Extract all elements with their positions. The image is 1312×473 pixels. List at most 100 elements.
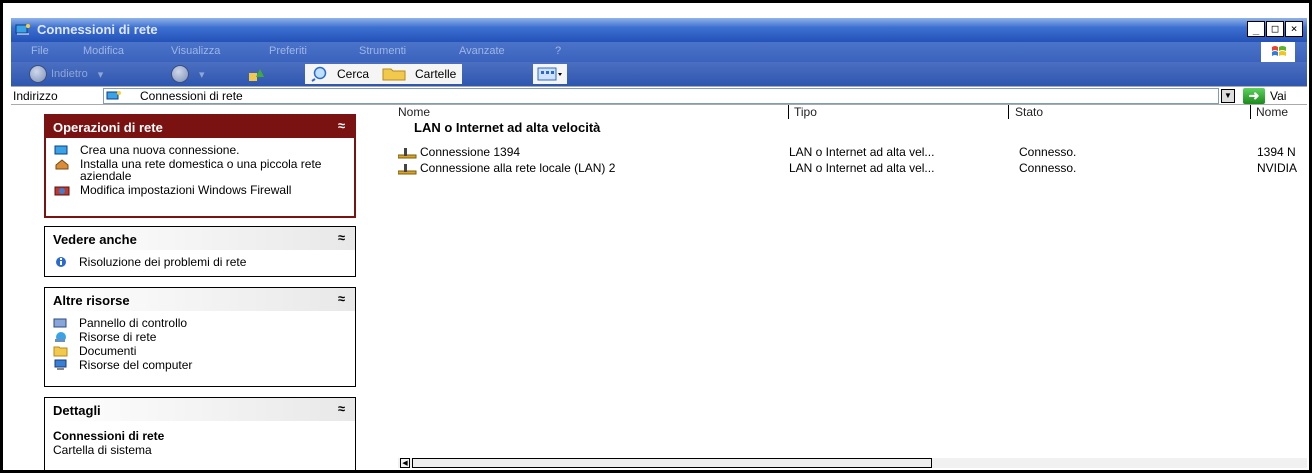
address-bar: Indirizzo Connessioni di rete ▼ ➜ Vai: [11, 86, 1307, 105]
place-label: Risorse del computer: [79, 358, 193, 372]
top-strip: [3, 3, 1309, 18]
other-places-body: Pannello di controllo Risorse di rete Do…: [44, 311, 356, 387]
details-header[interactable]: Dettagli ≈: [44, 397, 356, 421]
computer-icon: [54, 359, 67, 370]
title-bar[interactable]: Connessioni di rete _ □ ×: [11, 18, 1307, 42]
lan-connection-icon: [398, 148, 417, 159]
address-label: Indirizzo: [13, 89, 58, 103]
documents-folder-icon: [53, 346, 68, 357]
collapse-chevron-icon[interactable]: ≈: [338, 118, 345, 133]
cell-name: Connessione 1394: [420, 145, 521, 159]
search-button[interactable]: Cerca: [305, 64, 376, 84]
up-folder-button[interactable]: [247, 65, 267, 83]
table-row[interactable]: Connessione alla rete locale (LAN) 2 LAN…: [390, 161, 1307, 177]
place-my-computer[interactable]: Risorse del computer: [53, 359, 347, 371]
search-label: Cerca: [337, 67, 370, 81]
menu-avanzate[interactable]: Avanzate: [459, 45, 505, 57]
column-separator[interactable]: [1008, 105, 1009, 119]
close-button[interactable]: ×: [1285, 21, 1303, 37]
connections-list: Nome Tipo Stato Nome LAN o Internet ad a…: [390, 105, 1307, 468]
folders-icon: [382, 68, 406, 81]
scroll-left-icon[interactable]: ◀: [400, 458, 410, 468]
back-arrow-icon: [29, 65, 47, 83]
network-places-icon: [55, 332, 66, 342]
column-header-status[interactable]: Stato: [1015, 105, 1043, 119]
go-arrow-icon[interactable]: ➜: [1243, 88, 1265, 104]
info-icon: [56, 257, 66, 267]
panel-title: Dettagli: [53, 403, 101, 418]
group-header: LAN o Internet ad alta velocità: [414, 120, 601, 135]
window-controls: _ □ ×: [1247, 21, 1303, 37]
address-input[interactable]: Connessioni di rete: [103, 88, 1219, 104]
back-button[interactable]: Indietro ▾: [29, 65, 103, 83]
up-folder-icon: [249, 69, 264, 81]
forward-button[interactable]: ▾: [171, 65, 205, 83]
menu-modifica[interactable]: Modifica: [83, 45, 124, 57]
new-connection-icon: [54, 145, 68, 155]
task-home-network[interactable]: Installa una rete domestica o una piccol…: [54, 158, 346, 182]
details-subtitle: Cartella di sistema: [53, 443, 152, 457]
task-label: Crea una nuova connessione.: [80, 143, 240, 157]
lan-connection-icon: [398, 164, 417, 175]
cell-device: 1394 N: [1257, 145, 1296, 159]
folders-button[interactable]: Cartelle: [375, 64, 463, 84]
network-tasks-header[interactable]: Operazioni di rete ≈: [44, 114, 356, 138]
maximize-button[interactable]: □: [1266, 21, 1284, 37]
collapse-chevron-icon[interactable]: ≈: [338, 401, 345, 416]
see-also-body: Risoluzione dei problemi di rete: [44, 250, 356, 277]
search-icon: [311, 66, 327, 82]
column-header-device[interactable]: Nome: [1256, 105, 1288, 119]
network-connections-icon: [15, 24, 30, 35]
column-header-name[interactable]: Nome: [398, 105, 430, 119]
details-body: Connessioni di rete Cartella di sistema: [44, 421, 356, 470]
details-panel: Dettagli ≈ Connessioni di rete Cartella …: [44, 397, 356, 470]
place-control-panel[interactable]: Pannello di controllo: [53, 317, 347, 329]
address-dropdown-icon[interactable]: ▼: [1221, 89, 1235, 103]
collapse-chevron-icon[interactable]: ≈: [338, 291, 345, 306]
other-places-panel: Altre risorse ≈ Pannello di controllo Ri…: [44, 287, 356, 387]
control-panel-icon: [53, 318, 67, 328]
cell-name: Connessione alla rete locale (LAN) 2: [420, 161, 616, 175]
menu-visualizza[interactable]: Visualizza: [171, 45, 220, 57]
menu-preferiti[interactable]: Preferiti: [269, 45, 307, 57]
task-pane: Operazioni di rete ≈ Crea una nuova conn…: [11, 105, 383, 470]
home-network-icon: [55, 159, 69, 170]
place-documents[interactable]: Documenti: [53, 345, 347, 357]
menu-help[interactable]: ?: [555, 45, 561, 57]
menu-strumenti[interactable]: Strumenti: [359, 45, 406, 57]
forward-dropdown-icon[interactable]: ▾: [199, 68, 205, 81]
column-header-type[interactable]: Tipo: [794, 105, 817, 119]
column-separator[interactable]: [788, 105, 789, 119]
see-also-header[interactable]: Vedere anche ≈: [44, 226, 356, 250]
place-label: Documenti: [79, 344, 137, 358]
task-troubleshoot[interactable]: Risoluzione dei problemi di rete: [53, 256, 347, 268]
collapse-chevron-icon[interactable]: ≈: [338, 230, 345, 245]
windows-flag-icon: [1272, 46, 1286, 56]
place-network[interactable]: Risorse di rete: [53, 331, 347, 343]
see-also-panel: Vedere anche ≈ Risoluzione dei problemi …: [44, 226, 356, 277]
windows-logo: [1261, 42, 1295, 62]
table-row[interactable]: Connessione 1394 LAN o Internet ad alta …: [390, 145, 1307, 161]
task-new-connection[interactable]: Crea una nuova connessione.: [54, 144, 346, 156]
other-places-header[interactable]: Altre risorse ≈: [44, 287, 356, 311]
task-label: Modifica impostazioni Windows Firewall: [80, 183, 292, 197]
go-button[interactable]: Vai: [1270, 89, 1286, 103]
menu-bar: File Modifica Visualizza Preferiti Strum…: [11, 42, 1307, 62]
forward-arrow-icon: [171, 65, 189, 83]
panel-title: Altre risorse: [53, 293, 130, 308]
task-firewall[interactable]: Modifica impostazioni Windows Firewall: [54, 184, 346, 196]
horizontal-scrollbar[interactable]: ◀: [398, 458, 1307, 468]
address-value: Connessioni di rete: [140, 89, 243, 103]
cell-type: LAN o Internet ad alta vel...: [789, 145, 935, 159]
minimize-button[interactable]: _: [1247, 21, 1265, 37]
back-dropdown-icon[interactable]: ▾: [98, 68, 104, 81]
column-separator[interactable]: [1250, 105, 1251, 119]
place-label: Risorse di rete: [79, 330, 157, 344]
task-label: Risoluzione dei problemi di rete: [79, 255, 247, 269]
cell-status: Connesso.: [1019, 145, 1077, 159]
task-label: Installa una rete domestica o una piccol…: [80, 157, 322, 183]
views-button[interactable]: [533, 64, 567, 84]
menu-file[interactable]: File: [31, 45, 49, 57]
details-name: Connessioni di rete: [53, 429, 165, 443]
scrollbar-thumb[interactable]: [412, 458, 932, 468]
